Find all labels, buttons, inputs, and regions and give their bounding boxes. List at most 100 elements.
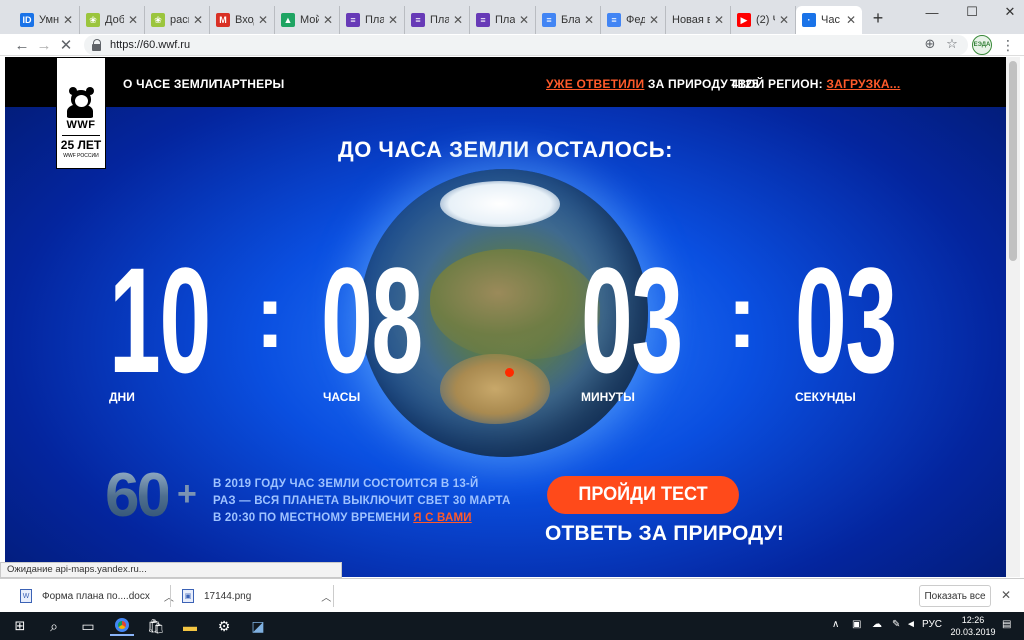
- forward-button[interactable]: →: [34, 35, 54, 55]
- nav-about-link[interactable]: О ЧАСЕ ЗЕМЛИ: [123, 77, 217, 91]
- explorer-folder-icon[interactable]: ▬: [178, 616, 202, 636]
- loading-favicon: ·: [802, 13, 816, 27]
- browser-tab[interactable]: ≡ Блан ✕: [536, 6, 601, 34]
- new-tab-button[interactable]: +: [868, 8, 888, 28]
- tab-label: Умна: [39, 14, 59, 26]
- system-clock[interactable]: 12:26 20.03.2019: [948, 614, 998, 638]
- minimize-button[interactable]: —: [910, 0, 954, 24]
- store-icon[interactable]: 🛍: [144, 616, 168, 636]
- network-icon[interactable]: ▣: [852, 619, 861, 630]
- chrome-icon[interactable]: [110, 616, 134, 636]
- browser-tab[interactable]: ≡ План ✕: [470, 6, 536, 34]
- url-text: https://60.wwf.ru: [110, 39, 191, 51]
- show-all-downloads-button[interactable]: Показать все: [919, 585, 991, 607]
- close-tab-icon[interactable]: ✕: [258, 13, 268, 27]
- countdown-separator: :: [727, 267, 757, 367]
- region-value-link[interactable]: ЗАГРУЗКА...: [826, 77, 900, 91]
- windows-taskbar: ⊞ ⌕ ▭ 🛍 ▬ ⚙ ◪ ∧ ▣ ☁ ✎ ◄ РУС 12:26 20.03.…: [0, 612, 1024, 640]
- countdown-minutes: 03: [581, 236, 683, 404]
- tab-label: Доба: [105, 14, 124, 26]
- answer-for-nature-text: ОТВЕТЬ ЗА ПРИРОДУ!: [545, 522, 785, 545]
- app-icon[interactable]: ◪: [246, 616, 270, 636]
- leaf-favicon: ❀: [86, 13, 100, 27]
- browser-tab[interactable]: ≡ План ✕: [405, 6, 470, 34]
- chevron-up-icon[interactable]: ︿: [321, 589, 331, 604]
- search-icon[interactable]: ⌕: [42, 616, 66, 636]
- gmail-favicon: M: [216, 13, 230, 27]
- input-language-indicator[interactable]: РУС: [922, 619, 942, 630]
- close-window-button[interactable]: ✕: [988, 0, 1024, 24]
- browser-tab[interactable]: Новая вкл ✕: [666, 6, 731, 34]
- back-button[interactable]: ←: [12, 35, 32, 55]
- onedrive-icon[interactable]: ☁: [872, 619, 882, 630]
- close-tab-icon[interactable]: ✕: [649, 13, 659, 27]
- extension-icon[interactable]: ЕЭДА: [972, 35, 992, 55]
- location-marker: [505, 368, 514, 377]
- download-item[interactable]: W Форма плана по....docx ︿: [20, 586, 174, 606]
- tab-label: Час З: [821, 14, 842, 26]
- info-line-3: В 20:30 ПО МЕСТНОМУ ВРЕМЕНИ Я С ВАМИ: [213, 512, 472, 524]
- settings-gear-icon[interactable]: ⚙: [212, 616, 236, 636]
- stop-button[interactable]: ✕: [56, 35, 76, 55]
- pen-icon[interactable]: ✎: [892, 619, 900, 630]
- status-bubble: Ожидание api-maps.yandex.ru...: [0, 562, 342, 578]
- close-tab-icon[interactable]: ✕: [779, 13, 789, 27]
- menu-icon[interactable]: ⋮: [1000, 35, 1016, 55]
- close-tab-icon[interactable]: ✕: [714, 13, 724, 27]
- close-tab-icon[interactable]: ✕: [584, 13, 594, 27]
- close-tab-icon[interactable]: ✕: [388, 13, 398, 27]
- logo-brand: WWF: [66, 119, 96, 131]
- browser-tab[interactable]: ▶ (2) Ч ✕: [731, 6, 796, 34]
- volume-icon[interactable]: ◄: [906, 619, 916, 630]
- browser-tab[interactable]: ≡ План ✕: [340, 6, 405, 34]
- page-scrollbar[interactable]: [1006, 57, 1020, 577]
- close-tab-icon[interactable]: ✕: [846, 13, 856, 27]
- answered-link[interactable]: УЖЕ ОТВЕТИЛИ: [546, 77, 644, 91]
- chevron-up-icon[interactable]: ︿: [164, 589, 174, 604]
- leaf-favicon: ❀: [151, 13, 165, 27]
- notification-chevron-icon[interactable]: ∧: [832, 619, 839, 630]
- browser-tab[interactable]: ≡ Феде ✕: [601, 6, 666, 34]
- join-link[interactable]: Я С ВАМИ: [413, 512, 471, 524]
- close-tab-icon[interactable]: ✕: [519, 13, 529, 27]
- take-test-button[interactable]: ПРОЙДИ ТЕСТ: [547, 476, 739, 514]
- browser-tab[interactable]: M Входя ✕: [210, 6, 275, 34]
- action-center-icon[interactable]: ▤: [1002, 619, 1011, 630]
- region-selector: ТВОЙ РЕГИОН: ЗАГРУЗКА...: [730, 77, 900, 91]
- location-icon[interactable]: ⊕: [922, 36, 938, 52]
- docs-favicon: ≡: [542, 13, 556, 27]
- close-shelf-button[interactable]: ✕: [998, 587, 1014, 603]
- tab-label: Входя: [235, 14, 254, 26]
- address-bar[interactable]: https://60.wwf.ru: [84, 35, 968, 55]
- drive-favicon: ▲: [281, 13, 295, 27]
- tab-label: Мой: [300, 14, 319, 26]
- task-view-icon[interactable]: ▭: [76, 616, 100, 636]
- image-file-icon: ▣: [182, 589, 194, 603]
- tab-label: Новая вкл: [672, 14, 710, 26]
- download-item[interactable]: ▣ 17144.png ︿: [182, 586, 331, 606]
- close-tab-icon[interactable]: ✕: [63, 13, 73, 27]
- close-tab-icon[interactable]: ✕: [128, 13, 138, 27]
- tab-label: расп: [170, 14, 189, 26]
- close-tab-icon[interactable]: ✕: [193, 13, 203, 27]
- scrollbar-thumb[interactable]: [1009, 61, 1017, 261]
- nav-partners-link[interactable]: ПАРТНЕРЫ: [214, 77, 285, 91]
- browser-tab[interactable]: · Час З ✕: [796, 6, 862, 34]
- browser-tab[interactable]: ID Умна ✕: [14, 6, 80, 34]
- browser-tab[interactable]: ❀ Доба ✕: [80, 6, 145, 34]
- browser-tab[interactable]: ❀ расп ✕: [145, 6, 210, 34]
- page-viewport: О ЧАСЕ ЗЕМЛИ ПАРТНЕРЫ УЖЕ ОТВЕТИЛИ ЗА ПР…: [5, 57, 1006, 577]
- tab-label: (2) Ч: [756, 14, 775, 26]
- start-windows-icon[interactable]: ⊞: [8, 616, 32, 636]
- forms-favicon: ≡: [476, 13, 490, 27]
- youtube-favicon: ▶: [737, 13, 751, 27]
- bookmark-star-icon[interactable]: ☆: [944, 36, 960, 52]
- countdown-title: ДО ЧАСА ЗЕМЛИ ОСТАЛОСЬ:: [338, 137, 673, 162]
- lock-icon: [92, 39, 102, 51]
- close-tab-icon[interactable]: ✕: [323, 13, 333, 27]
- browser-tab[interactable]: ▲ Мой ✕: [275, 6, 340, 34]
- close-tab-icon[interactable]: ✕: [453, 13, 463, 27]
- docs-favicon: ≡: [607, 13, 621, 27]
- forms-favicon: ≡: [411, 13, 425, 27]
- forms-favicon: ≡: [346, 13, 360, 27]
